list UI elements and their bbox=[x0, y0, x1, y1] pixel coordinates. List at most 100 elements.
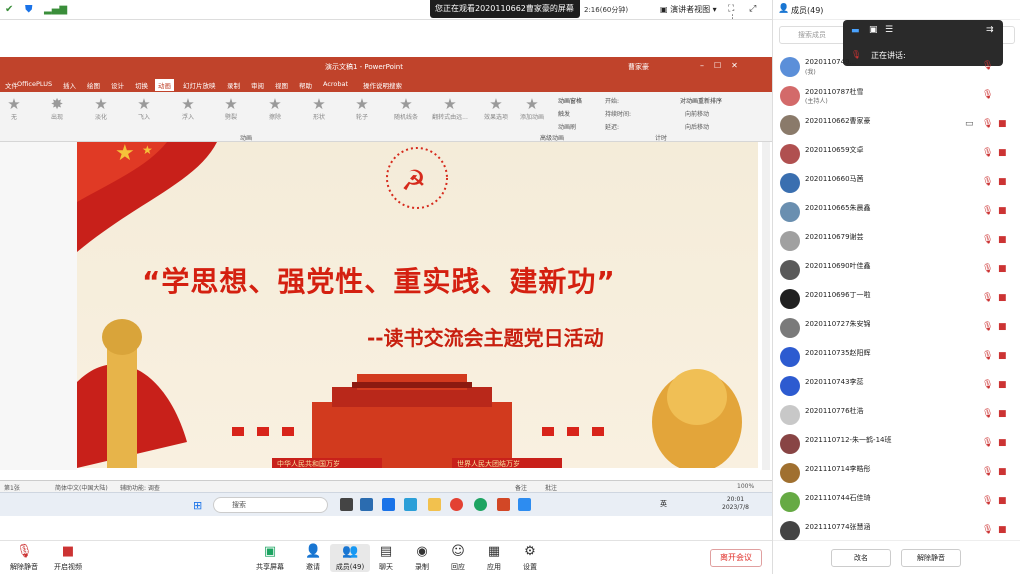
camera-off-icon[interactable]: ■ bbox=[998, 467, 1007, 477]
security-icon[interactable]: ✔ bbox=[5, 4, 17, 16]
tab-help[interactable]: 帮助 bbox=[296, 79, 315, 91]
ime-indicator[interactable]: 英 bbox=[660, 499, 667, 509]
zoom-level[interactable]: 100% bbox=[737, 483, 754, 490]
reactions-button[interactable]: ☺ 回应 bbox=[438, 544, 478, 572]
mic-muted-icon[interactable]: 🎙 bbox=[982, 525, 993, 535]
chat-button[interactable]: ▤ 聊天 bbox=[366, 544, 406, 572]
invite-button[interactable]: 👤 邀请 bbox=[293, 544, 333, 572]
mic-muted-icon[interactable]: 🎙 bbox=[982, 61, 993, 71]
effect-random-bars[interactable]: ★ 随机线条 bbox=[392, 96, 420, 121]
member-row[interactable]: 2021110712-朱一鹤-14班 🎙 ■ bbox=[773, 429, 1020, 458]
camera-off-icon[interactable]: ■ bbox=[998, 525, 1007, 535]
mic-muted-icon[interactable]: 🎙 bbox=[982, 351, 993, 361]
shield-icon[interactable]: ⛊ bbox=[25, 4, 37, 16]
member-row[interactable]: 2020110696丁一啦 🎙 ■ bbox=[773, 284, 1020, 313]
camera-off-icon[interactable]: ■ bbox=[998, 438, 1007, 448]
tab-transition[interactable]: 切换 bbox=[132, 79, 151, 91]
effect-grow-turn[interactable]: ★ 翻转式由远... bbox=[430, 96, 470, 121]
tab-acrobat[interactable]: Acrobat bbox=[320, 79, 351, 89]
tab-officeplus[interactable]: OfficePLUS bbox=[14, 79, 55, 89]
camera-off-icon[interactable]: ■ bbox=[998, 119, 1007, 129]
camera-off-icon[interactable]: ■ bbox=[998, 409, 1007, 419]
camera-off-icon[interactable]: ■ bbox=[998, 177, 1007, 187]
popup-minimize-icon[interactable]: ▬ bbox=[851, 26, 860, 36]
mic-muted-icon[interactable]: 🎙 bbox=[982, 467, 993, 477]
member-row[interactable]: 2020110787杜雪 (主持人) 🎙 bbox=[773, 81, 1020, 110]
effect-split[interactable]: ★ 劈裂 bbox=[217, 96, 245, 121]
app-icon-store[interactable] bbox=[360, 498, 373, 511]
mic-muted-icon[interactable]: 🎙 bbox=[982, 206, 993, 216]
mic-muted-icon[interactable]: 🎙 bbox=[982, 235, 993, 245]
tab-search[interactable]: 操作说明搜索 bbox=[360, 79, 405, 91]
tab-review[interactable]: 审阅 bbox=[248, 79, 267, 91]
tab-insert[interactable]: 插入 bbox=[60, 79, 79, 91]
member-row[interactable]: 2020110749... (我) 🎙 bbox=[773, 52, 1020, 81]
camera-off-icon[interactable]: ■ bbox=[998, 496, 1007, 506]
member-row[interactable]: 2020110735赵阳辉 🎙 ■ bbox=[773, 342, 1020, 371]
add-animation[interactable]: ★ 添加动画 bbox=[518, 96, 546, 121]
apps-button[interactable]: ▦ 应用 bbox=[474, 544, 514, 572]
accessibility-status[interactable]: 辅助功能: 调查 bbox=[120, 483, 160, 492]
move-earlier-button[interactable]: 向前移动 bbox=[685, 109, 709, 118]
app-icon-folder[interactable] bbox=[428, 498, 441, 511]
notes-button[interactable]: 备注 bbox=[515, 483, 527, 492]
tab-design[interactable]: 设计 bbox=[108, 79, 127, 91]
camera-off-icon[interactable]: ■ bbox=[998, 293, 1007, 303]
camera-off-icon[interactable]: ■ bbox=[998, 322, 1007, 332]
effect-wheel[interactable]: ★ 轮子 bbox=[348, 96, 376, 121]
member-row[interactable]: 2020110662曹家豪 ▭ 🎙 ■ bbox=[773, 110, 1020, 139]
app-icon-meeting[interactable] bbox=[518, 498, 531, 511]
effect-fade[interactable]: ★ 淡化 bbox=[87, 96, 115, 121]
mic-muted-icon[interactable]: 🎙 bbox=[982, 409, 993, 419]
camera-off-icon[interactable]: ■ bbox=[998, 148, 1007, 158]
windows-start-icon[interactable]: ⊞ bbox=[193, 499, 202, 512]
mic-muted-icon[interactable]: 🎙 bbox=[982, 322, 993, 332]
video-button[interactable]: ■ 开启视频 bbox=[48, 544, 88, 572]
rename-button[interactable]: 改名 bbox=[831, 549, 891, 567]
camera-off-icon[interactable]: ■ bbox=[998, 235, 1007, 245]
tab-slideshow[interactable]: 幻灯片放映 bbox=[180, 79, 219, 91]
ppt-user[interactable]: 曹家豪 bbox=[628, 62, 649, 72]
tab-view[interactable]: 视图 bbox=[272, 79, 291, 91]
mic-muted-icon[interactable]: 🎙 bbox=[982, 380, 993, 390]
view-mode-dropdown[interactable]: ▣ 演讲者视图 ▾ bbox=[660, 4, 717, 15]
app-icon-browser[interactable] bbox=[474, 498, 487, 511]
camera-off-icon[interactable]: ■ bbox=[998, 351, 1007, 361]
mic-muted-icon[interactable]: 🎙 bbox=[982, 264, 993, 274]
comments-button[interactable]: 批注 bbox=[545, 483, 557, 492]
member-row[interactable]: 2020110679谢芸 🎙 ■ bbox=[773, 226, 1020, 255]
effect-appear[interactable]: ✸ 出现 bbox=[43, 96, 71, 121]
record-button[interactable]: ◉ 录制 bbox=[402, 544, 442, 572]
effect-wipe[interactable]: ★ 擦除 bbox=[261, 96, 289, 121]
animation-painter[interactable]: 动画刷 bbox=[558, 122, 576, 131]
camera-off-icon[interactable]: ■ bbox=[998, 206, 1007, 216]
members-button[interactable]: 👥 成员(49) bbox=[330, 544, 370, 572]
app-icon-chrome[interactable] bbox=[450, 498, 463, 511]
taskbar-search[interactable]: 搜索 bbox=[213, 497, 328, 513]
share-banner[interactable]: 您正在观看2020110662曹家豪的屏幕 bbox=[430, 0, 580, 18]
mic-muted-icon[interactable]: 🎙 bbox=[982, 496, 993, 506]
member-row[interactable]: 2020110659文卓 🎙 ■ bbox=[773, 139, 1020, 168]
tab-draw[interactable]: 绘图 bbox=[84, 79, 103, 91]
member-row[interactable]: 2020110776杜浩 🎙 ■ bbox=[773, 400, 1020, 429]
app-icon-powerpoint[interactable] bbox=[497, 498, 510, 511]
effect-fly-in[interactable]: ★ 飞入 bbox=[130, 96, 158, 121]
member-row[interactable]: 2021110744石佳琦 🎙 ■ bbox=[773, 487, 1020, 516]
trigger-button[interactable]: 触发 bbox=[558, 109, 570, 118]
member-row[interactable]: 2020110660马茜 🎙 ■ bbox=[773, 168, 1020, 197]
member-row[interactable]: 2021110714李皓彤 🎙 ■ bbox=[773, 458, 1020, 487]
move-later-button[interactable]: 向后移动 bbox=[685, 122, 709, 131]
effect-shape[interactable]: ★ 形状 bbox=[305, 96, 333, 121]
mic-muted-icon[interactable]: 🎙 bbox=[982, 177, 993, 187]
settings-button[interactable]: ⚙ 设置 bbox=[510, 544, 550, 572]
unmute-button[interactable]: 🎙 解除静音 bbox=[4, 544, 44, 572]
app-icon-files[interactable] bbox=[340, 498, 353, 511]
member-row[interactable]: 2020110743李蕊 🎙 ■ bbox=[773, 371, 1020, 400]
tab-record[interactable]: 录制 bbox=[224, 79, 243, 91]
tab-animation[interactable]: 动画 bbox=[155, 79, 174, 91]
share-screen-button[interactable]: ▣ 共享屏幕 bbox=[250, 544, 290, 572]
app-icon-mail[interactable] bbox=[404, 498, 417, 511]
leave-meeting-button[interactable]: 离开会议 bbox=[710, 549, 762, 567]
mic-muted-icon[interactable]: 🎙 bbox=[982, 148, 993, 158]
slide-thumbnails[interactable] bbox=[0, 142, 77, 470]
